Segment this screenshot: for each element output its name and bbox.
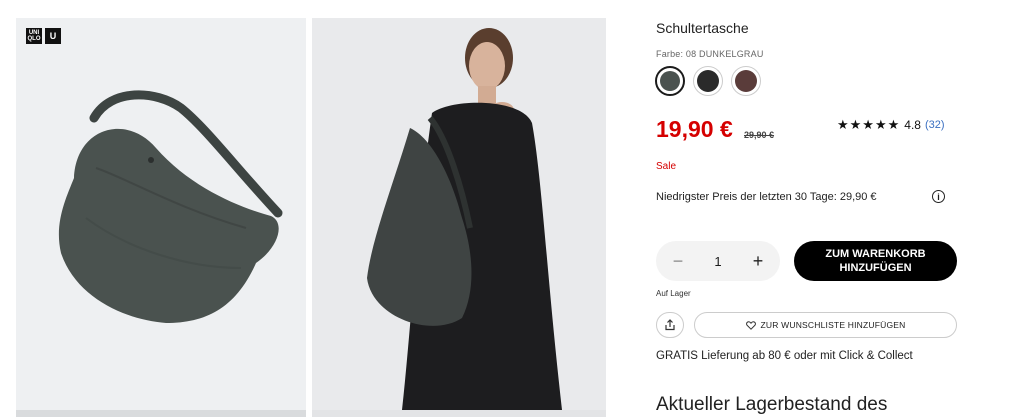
sale-label: Sale <box>656 161 677 172</box>
delivery-info: GRATIS Lieferung ab 80 € oder mit Click … <box>656 350 913 362</box>
rating-value: 4.8 <box>904 118 921 132</box>
swatch-brown[interactable] <box>731 66 761 96</box>
add-to-cart-button[interactable]: ZUM WARENKORB HINZUFÜGEN <box>794 241 957 281</box>
thumbnail-strip-right[interactable] <box>312 410 606 417</box>
rating: ★★★★★ 4.8 (32) <box>837 117 945 133</box>
share-button[interactable] <box>656 312 684 338</box>
swatch-black[interactable] <box>693 66 723 96</box>
info-icon[interactable]: i <box>932 190 945 203</box>
star-rating-icon: ★★★★★ <box>837 117 901 132</box>
brand-logo-block: UNI QLO <box>26 28 42 44</box>
wishlist-label: ZUR WUNSCHLISTE HINZUFÜGEN <box>760 320 906 330</box>
product-image-bag[interactable]: UNI QLO U <box>16 18 306 410</box>
model-illustration <box>367 28 562 410</box>
color-swatches <box>655 66 761 96</box>
current-price: 19,90 € <box>656 116 733 142</box>
product-title: Schultertasche <box>656 20 749 36</box>
share-icon <box>665 319 675 331</box>
product-image-model[interactable] <box>312 18 606 410</box>
quantity-plus-button[interactable]: + <box>750 251 766 272</box>
wishlist-button[interactable]: ZUR WUNSCHLISTE HINZUFÜGEN <box>694 312 957 338</box>
brand-logo: UNI QLO U <box>26 28 61 44</box>
quantity-value[interactable]: 1 <box>714 254 721 269</box>
rating-count-link[interactable]: (32) <box>925 119 945 131</box>
old-price: 29,90 € <box>744 130 775 140</box>
thumbnail-strip-left[interactable] <box>16 410 306 417</box>
swatch-dark-grey[interactable] <box>655 66 685 96</box>
bag-illustration <box>58 90 283 323</box>
quantity-stepper: − 1 + <box>656 241 780 281</box>
stock-status: Auf Lager <box>656 289 691 298</box>
brand-logo-u: U <box>45 28 61 44</box>
color-label: Farbe: 08 DUNKELGRAU <box>656 49 764 59</box>
lowest-price-text: Niedrigster Preis der letzten 30 Tage: 2… <box>656 191 877 203</box>
heart-icon <box>745 320 756 330</box>
stock-heading: Aktueller Lagerbestand des <box>656 394 888 415</box>
quantity-minus-button[interactable]: − <box>670 251 686 272</box>
